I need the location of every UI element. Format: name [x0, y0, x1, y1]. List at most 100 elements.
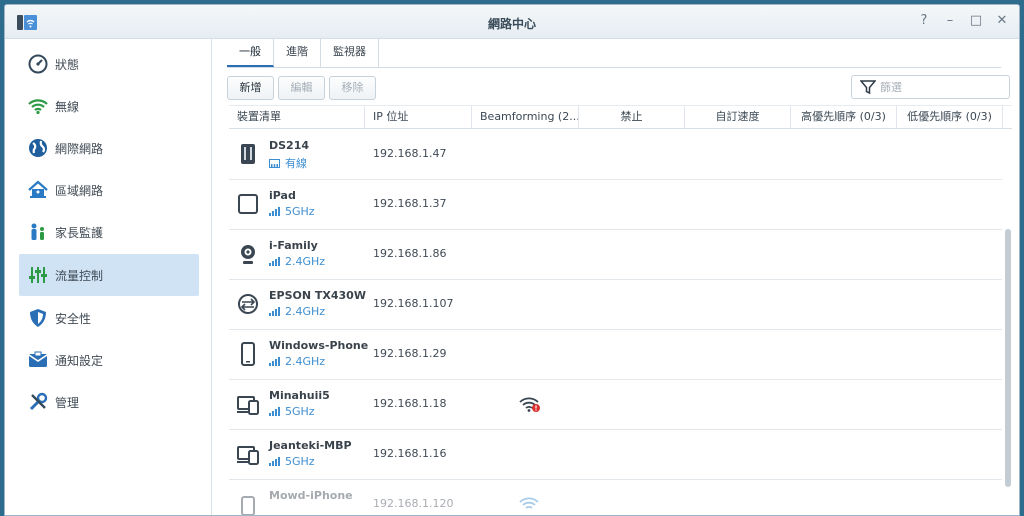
- sidebar-item-management[interactable]: 管理: [19, 381, 199, 423]
- globe-icon: [27, 137, 49, 159]
- device-table-body: DS214 有線 192.168.1.47 iPad 5GHz 192.168.…: [229, 130, 1002, 515]
- sidebar-item-label: 狀態: [55, 57, 80, 72]
- connection-label: 5GHz: [285, 455, 315, 468]
- device-name: Minahuii5: [269, 389, 330, 402]
- tab-divider: [227, 67, 1001, 68]
- multi-device-icon: [237, 446, 259, 465]
- shield-icon: [27, 307, 49, 329]
- sidebar-item-status[interactable]: 狀態: [19, 43, 199, 85]
- beamforming-alert-icon[interactable]: [519, 395, 541, 413]
- tab-general[interactable]: 一般: [227, 39, 274, 67]
- table-row[interactable]: EPSON TX430W 2.4GHz 192.168.1.107: [229, 280, 1002, 330]
- nas-icon: [241, 144, 255, 164]
- sidebar-item-notification[interactable]: 通知設定: [19, 339, 199, 381]
- col-custom-speed[interactable]: 自訂速度: [685, 106, 791, 129]
- table-row[interactable]: Mowd-iPhone 192.168.1.120: [229, 480, 1002, 515]
- title-bar: 網路中心 ? – □ ✕: [5, 5, 1019, 39]
- col-block[interactable]: 禁止: [579, 106, 685, 129]
- connection-type: 2.4GHz: [269, 305, 325, 318]
- col-device-list[interactable]: 裝置清單: [229, 106, 365, 129]
- connection-label: 2.4GHz: [285, 305, 326, 318]
- signal-bars-icon: [269, 357, 280, 366]
- add-button[interactable]: 新增: [227, 76, 274, 100]
- signal-bars-icon: [269, 407, 280, 416]
- device-name: Windows-Phone: [269, 339, 369, 352]
- sidebar-item-security[interactable]: 安全性: [19, 297, 199, 339]
- phone-icon: [241, 496, 255, 515]
- col-beamforming[interactable]: Beamforming (2...: [472, 106, 579, 129]
- device-ip: 192.168.1.18: [373, 397, 447, 410]
- remove-button[interactable]: 移除: [329, 76, 376, 100]
- device-name: i-Family: [269, 239, 318, 252]
- filter-box: [851, 75, 1010, 99]
- device-ip: 192.168.1.120: [373, 497, 454, 510]
- device-ip: 192.168.1.37: [373, 197, 447, 210]
- sidebar-item-wireless[interactable]: 無線: [19, 85, 199, 127]
- tab-bar: 一般 進階 監視器: [227, 39, 379, 67]
- connection-type: 5GHz: [269, 205, 315, 218]
- tablet-icon: [238, 194, 258, 214]
- connection-label: 有線: [285, 157, 307, 170]
- multi-device-icon: [237, 396, 259, 415]
- tab-advanced[interactable]: 進階: [274, 39, 321, 67]
- tools-icon: [27, 391, 49, 413]
- connection-label: 2.4GHz: [285, 355, 326, 368]
- sidebar-item-label: 網際網路: [55, 141, 104, 156]
- device-table-header: 裝置清單 IP 位址 Beamforming (2... 禁止 自訂速度 高優先…: [229, 105, 1012, 129]
- network-device-icon: [238, 294, 258, 314]
- signal-bars-icon: [269, 457, 280, 466]
- beamforming-wifi-icon[interactable]: [519, 495, 541, 513]
- table-row[interactable]: Jeanteki-MBP 5GHz 192.168.1.16: [229, 430, 1002, 480]
- device-ip: 192.168.1.16: [373, 447, 447, 460]
- minimize-button[interactable]: –: [943, 13, 957, 29]
- signal-bars-icon: [269, 257, 280, 266]
- col-low-priority[interactable]: 低優先順序 (0/3): [897, 106, 1003, 129]
- col-high-priority[interactable]: 高優先順序 (0/3): [791, 106, 897, 129]
- table-scrollbar[interactable]: [1005, 229, 1011, 487]
- connection-type: 2.4GHz: [269, 255, 325, 268]
- table-row[interactable]: i-Family 2.4GHz 192.168.1.86: [229, 230, 1002, 280]
- filter-input[interactable]: [880, 77, 1000, 97]
- device-name: DS214: [269, 139, 310, 152]
- webcam-icon: [241, 245, 255, 264]
- sidebar: 狀態 無線 網際網路 區域網路 家長監護 流量控制 安全性 通知設定 管理: [5, 39, 212, 515]
- edit-button[interactable]: 編輯: [278, 76, 325, 100]
- device-ip: 192.168.1.86: [373, 247, 447, 260]
- device-ip: 192.168.1.47: [373, 147, 447, 160]
- device-name: Jeanteki-MBP: [269, 439, 352, 452]
- col-ip-address[interactable]: IP 位址: [365, 106, 472, 129]
- table-row[interactable]: Minahuii5 5GHz 192.168.1.18: [229, 380, 1002, 430]
- table-row[interactable]: DS214 有線 192.168.1.47: [229, 130, 1002, 180]
- sidebar-item-label: 無線: [55, 99, 80, 114]
- filter-icon: [860, 80, 876, 95]
- sidebar-item-label: 區域網路: [55, 183, 104, 198]
- sidebar-item-label: 安全性: [55, 311, 92, 326]
- table-row[interactable]: iPad 5GHz 192.168.1.37: [229, 180, 1002, 230]
- connection-type: 有線: [269, 155, 307, 171]
- sidebar-item-internet[interactable]: 網際網路: [19, 127, 199, 169]
- main-panel: 一般 進階 監視器 新增 編輯 移除 裝置清單 IP 位址 Beamformin…: [213, 39, 1019, 515]
- sidebar-item-parental-control[interactable]: 家長監護: [19, 211, 199, 253]
- connection-label: 5GHz: [285, 405, 315, 418]
- maximize-button[interactable]: □: [969, 13, 983, 29]
- device-ip: 192.168.1.29: [373, 347, 447, 360]
- table-row[interactable]: Windows-Phone 2.4GHz 192.168.1.29: [229, 330, 1002, 380]
- sidebar-item-traffic-control[interactable]: 流量控制: [19, 254, 199, 296]
- traffic-sliders-icon: [27, 264, 49, 286]
- family-icon: [27, 221, 49, 243]
- device-name: Mowd-iPhone: [269, 489, 353, 502]
- signal-bars-icon: [269, 307, 280, 316]
- help-button[interactable]: ?: [917, 13, 931, 29]
- sidebar-item-label: 管理: [55, 395, 80, 410]
- device-name: EPSON TX430W: [269, 289, 366, 302]
- connection-type: 5GHz: [269, 405, 315, 418]
- connection-type: 2.4GHz: [269, 355, 325, 368]
- connection-type: 5GHz: [269, 455, 315, 468]
- sidebar-item-local-network[interactable]: 區域網路: [19, 169, 199, 211]
- tab-monitor[interactable]: 監視器: [321, 39, 379, 67]
- status-gauge-icon: [27, 53, 49, 75]
- network-center-window: 網路中心 ? – □ ✕ 狀態 無線 網際網路 區域網路 家長監護 流量控制 安…: [4, 4, 1020, 516]
- close-button[interactable]: ✕: [995, 13, 1009, 29]
- wifi-icon: [27, 95, 49, 117]
- signal-bars-icon: [269, 207, 280, 216]
